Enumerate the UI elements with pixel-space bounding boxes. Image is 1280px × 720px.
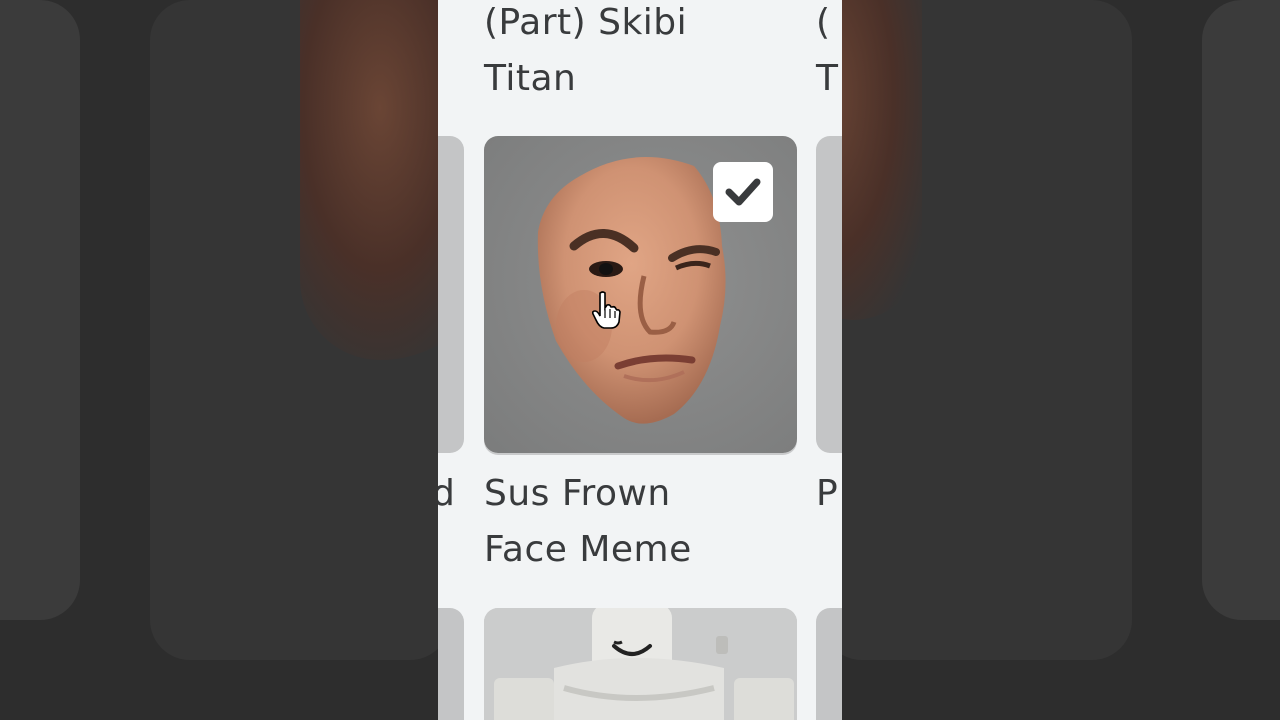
item-thumbnail-next-left[interactable]	[438, 608, 464, 720]
item-name-skibi-titan[interactable]: (Part) Skibi Titan	[484, 0, 687, 107]
blurred-backdrop-left	[0, 0, 438, 720]
item-name-partial-right-bottom[interactable]: P	[816, 466, 838, 522]
item-thumbnail-next[interactable]	[484, 608, 797, 720]
item-name-partial-left[interactable]: d	[438, 466, 455, 522]
blurred-backdrop-right	[842, 0, 1280, 720]
item-thumbnail-partial-left[interactable]	[438, 136, 464, 453]
avatar-figure-image	[484, 608, 797, 720]
catalog-grid: (Part) Skibi Titan ( T Sus Frown Face Me…	[438, 0, 842, 720]
item-name-sus-frown-face-meme[interactable]: Sus Frown Face Meme	[484, 466, 692, 578]
check-icon	[725, 178, 761, 206]
item-thumbnail-partial-right[interactable]	[816, 136, 842, 453]
owned-check-badge[interactable]	[713, 162, 773, 222]
item-thumbnail-next-right[interactable]	[816, 608, 842, 720]
item-name-partial-right-top[interactable]: ( T	[816, 0, 839, 107]
screen: (Part) Skibi Titan ( T Sus Frown Face Me…	[0, 0, 1280, 720]
hand-pointer-cursor-icon	[591, 291, 621, 329]
